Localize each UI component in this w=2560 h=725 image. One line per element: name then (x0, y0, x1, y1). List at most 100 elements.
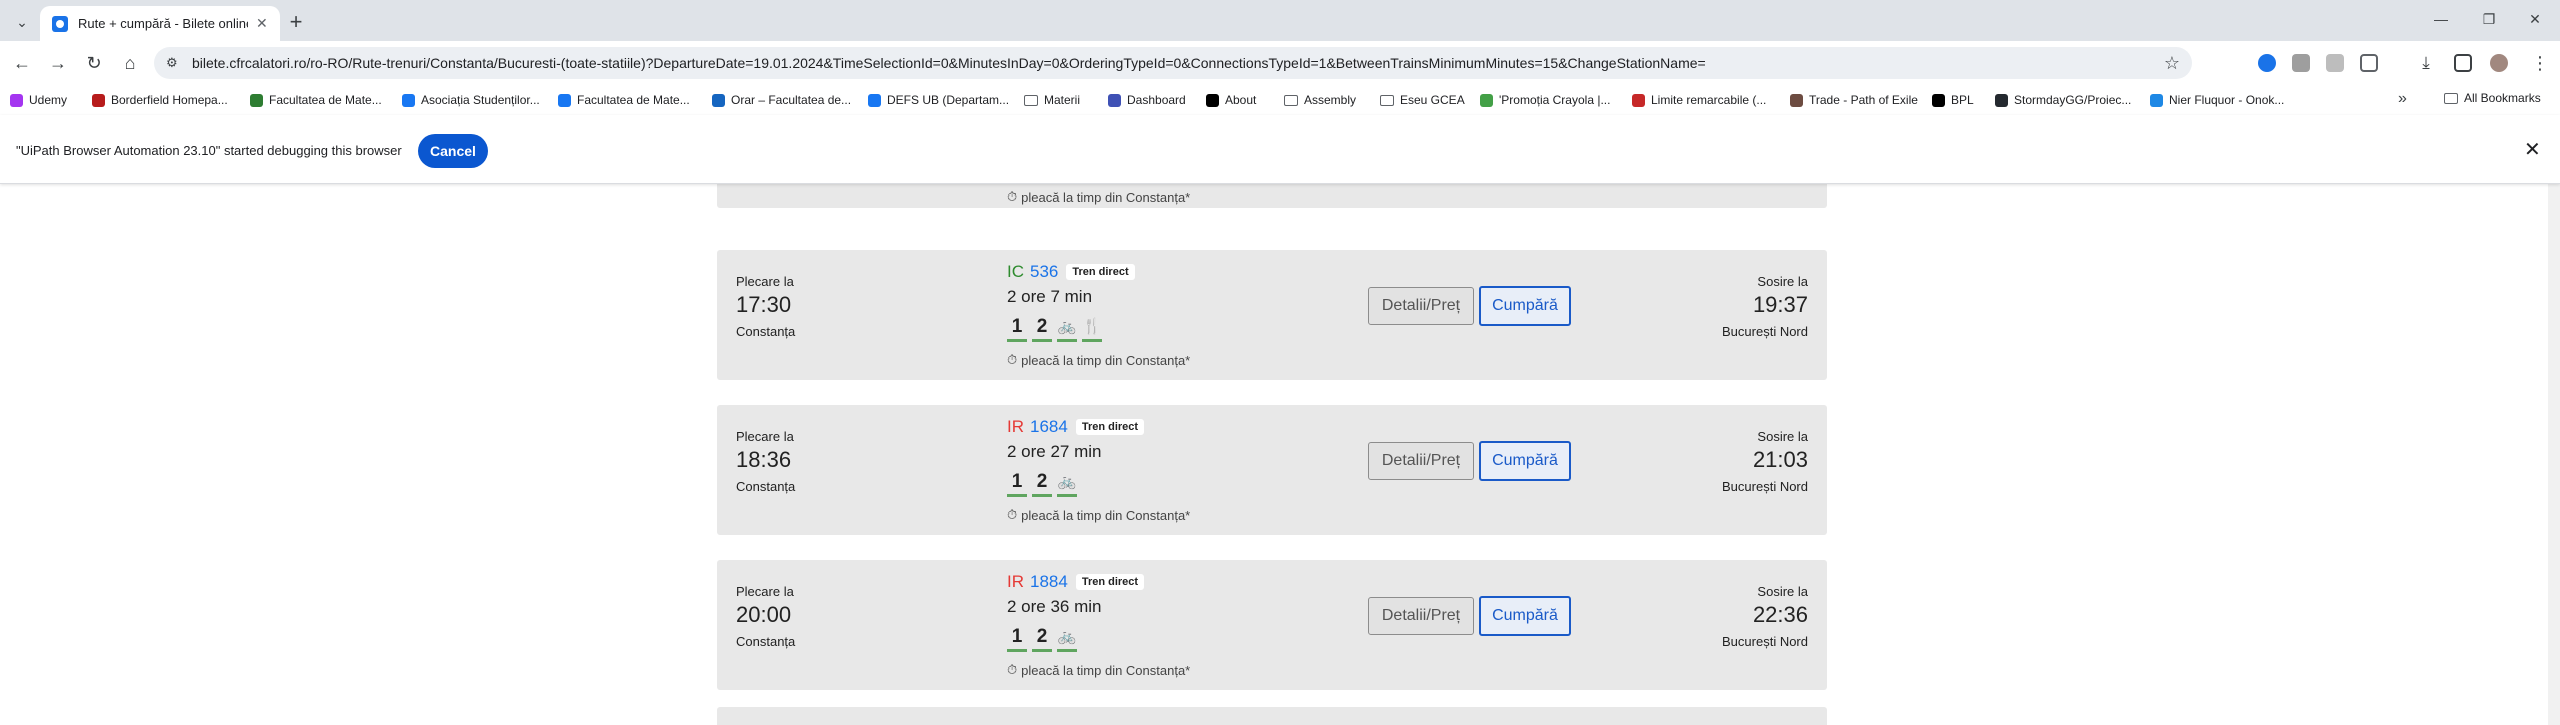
buy-button[interactable]: Cumpără (1479, 596, 1571, 636)
departure-label: Plecare la (736, 274, 794, 289)
menu-kebab-icon[interactable]: ⋮ (2526, 49, 2554, 77)
forward-arrow-icon[interactable]: → (44, 49, 72, 77)
page-scrollbar[interactable] (2548, 183, 2560, 725)
bookmark-item[interactable]: Udemy (10, 91, 67, 109)
extension-grey-icon[interactable] (2326, 54, 2344, 72)
bookmark-item[interactable]: Materii (1024, 91, 1080, 109)
home-icon[interactable]: ⌂ (116, 49, 144, 77)
bookmark-item[interactable]: Nier Fluquor - Onok... (2150, 91, 2284, 109)
bookmark-item[interactable]: Eseu GCEA (1380, 91, 1465, 109)
departure-time: 18:36 (736, 447, 792, 472)
arrival-station: București Nord (1722, 634, 1808, 649)
tab-close-icon[interactable]: ✕ (256, 15, 268, 32)
extensions-puzzle-icon[interactable] (2360, 54, 2378, 72)
bicycle-icon: 🚲 (1057, 471, 1077, 497)
browser-toolbar: ← → ↻ ⌂ ⚙ bilete.cfrcalatori.ro/ro-RO/Ru… (0, 41, 2560, 85)
back-arrow-icon[interactable]: ← (8, 49, 36, 77)
browser-tab-active[interactable]: Rute + cumpără - Bilete online ✕ (40, 6, 280, 41)
bookmark-label: Eseu GCEA (1400, 93, 1465, 107)
train-number-link[interactable]: 1684 (1030, 417, 1068, 437)
bookmark-item[interactable]: Facultatea de Mate... (250, 91, 382, 109)
details-price-button[interactable]: Detalii/Preț (1368, 442, 1474, 480)
bookmark-favicon-icon (868, 93, 881, 107)
extension-image-icon[interactable] (2292, 54, 2310, 72)
url-text[interactable]: bilete.cfrcalatori.ro/ro-RO/Rute-trenuri… (192, 55, 1706, 71)
departure-note-text: pleacă la timp din Constanța* (1021, 189, 1191, 205)
infobar-close-icon[interactable]: ✕ (2524, 137, 2541, 162)
stopwatch-icon: ⏱ (1007, 189, 1018, 204)
departure-note: ⏱ pleacă la timp din Constanța* (1007, 352, 1190, 368)
reload-icon[interactable]: ↻ (80, 49, 108, 77)
arrival-station: București Nord (1722, 479, 1808, 494)
bookmark-favicon-icon (1108, 93, 1121, 107)
tab-strip: ⌄ Rute + cumpără - Bilete online ✕ + — ❐… (0, 0, 2560, 41)
tab-search-chevron-icon[interactable]: ⌄ (10, 10, 34, 34)
bookmark-item[interactable]: Facultatea de Mate... (558, 91, 690, 109)
bookmark-item[interactable]: Orar – Facultatea de... (712, 91, 851, 109)
bookmark-favicon-icon (1790, 93, 1803, 107)
departure-note-text: pleacă la timp din Constanța* (1021, 352, 1191, 368)
departure-note-text: pleacă la timp din Constanța* (1021, 662, 1191, 678)
address-bar[interactable]: ⚙ bilete.cfrcalatori.ro/ro-RO/Rute-trenu… (154, 47, 2192, 79)
bookmark-label: Borderfield Homepa... (111, 93, 228, 107)
cancel-debugging-button[interactable]: Cancel (418, 134, 488, 168)
arrival-time: 19:37 (1752, 292, 1808, 317)
bookmark-favicon-icon (10, 93, 23, 107)
bookmark-label: DEFS UB (Departam... (887, 93, 1010, 107)
direct-train-badge: Tren direct (1066, 264, 1135, 280)
class-1-indicator: 1 (1007, 626, 1027, 652)
departure-time: 17:30 (736, 292, 792, 317)
departure-station: Constanța (736, 634, 796, 649)
bookmark-item[interactable]: Assembly (1284, 91, 1356, 109)
departure-note: ⏱ pleacă la timp din Constanța* (1007, 662, 1190, 678)
class-2-indicator: 2 (1032, 316, 1052, 342)
folder-icon (2444, 92, 2458, 104)
bookmark-item[interactable]: 'Promoția Crayola |... (1480, 91, 1610, 109)
side-panel-icon[interactable] (2454, 54, 2472, 72)
bookmark-item[interactable]: BPL (1932, 91, 1974, 109)
arrival-label: Sosire la (1757, 584, 1808, 599)
minimize-icon[interactable]: — (2418, 4, 2464, 34)
services-row: 1 2 🚲 (1007, 471, 1082, 497)
new-tab-plus-icon[interactable]: + (282, 8, 310, 36)
train-card: Plecare la 17:30 Constanța IC 536 Tren direct… (717, 250, 1827, 380)
site-info-tune-icon[interactable]: ⚙ (166, 55, 182, 71)
stopwatch-icon: ⏱ (1007, 507, 1018, 522)
all-bookmarks-button[interactable]: All Bookmarks (2444, 91, 2541, 105)
bookmark-star-icon[interactable]: ☆ (2164, 53, 2180, 74)
bookmarks-overflow-chevron-icon[interactable]: » (2398, 90, 2407, 108)
downloads-icon[interactable]: ⤓ (2412, 49, 2440, 77)
infobar-message: "UiPath Browser Automation 23.10" starte… (16, 143, 402, 158)
buy-button[interactable]: Cumpără (1479, 286, 1571, 326)
restore-icon[interactable]: ❐ (2466, 4, 2512, 34)
bookmark-label: BPL (1951, 93, 1974, 107)
extension-blue-icon[interactable] (2258, 54, 2276, 72)
window-close-icon[interactable]: ✕ (2512, 4, 2558, 34)
bookmark-favicon-icon (1480, 93, 1493, 107)
details-price-button[interactable]: Detalii/Preț (1368, 287, 1474, 325)
bookmark-item[interactable]: Asociația Studenților... (402, 91, 540, 109)
bookmark-item[interactable]: Limite remarcabile (... (1632, 91, 1766, 109)
bookmark-favicon-icon (402, 93, 415, 107)
direct-train-badge: Tren direct (1075, 419, 1145, 435)
departure-note: ⏱ pleacă la timp din Constanța* (1007, 507, 1190, 523)
bookmark-item[interactable]: Trade - Path of Exile (1790, 91, 1918, 109)
bookmark-item[interactable]: DEFS UB (Departam... (868, 91, 1009, 109)
trip-duration: 2 ore 7 min (1007, 287, 1093, 306)
bookmark-item[interactable]: About (1206, 91, 1256, 109)
train-number-link[interactable]: 1884 (1030, 572, 1068, 592)
bookmark-item[interactable]: StormdayGG/Proiec... (1995, 91, 2131, 109)
bookmark-item[interactable]: Borderfield Homepa... (92, 91, 228, 109)
restaurant-icon: 🍴 (1082, 316, 1102, 342)
bookmark-label: Orar – Facultatea de... (731, 93, 852, 107)
bookmark-label: Materii (1044, 93, 1081, 107)
bookmark-favicon-icon (1932, 93, 1945, 107)
bookmark-label: Assembly (1304, 93, 1357, 107)
arrival-label: Sosire la (1757, 429, 1808, 444)
details-price-button[interactable]: Detalii/Preț (1368, 597, 1474, 635)
profile-avatar[interactable] (2490, 54, 2508, 72)
bookmark-item[interactable]: Dashboard (1108, 91, 1186, 109)
buy-button[interactable]: Cumpără (1479, 441, 1571, 481)
train-number-link[interactable]: 536 (1030, 262, 1058, 282)
all-bookmarks-label: All Bookmarks (2464, 91, 2541, 105)
